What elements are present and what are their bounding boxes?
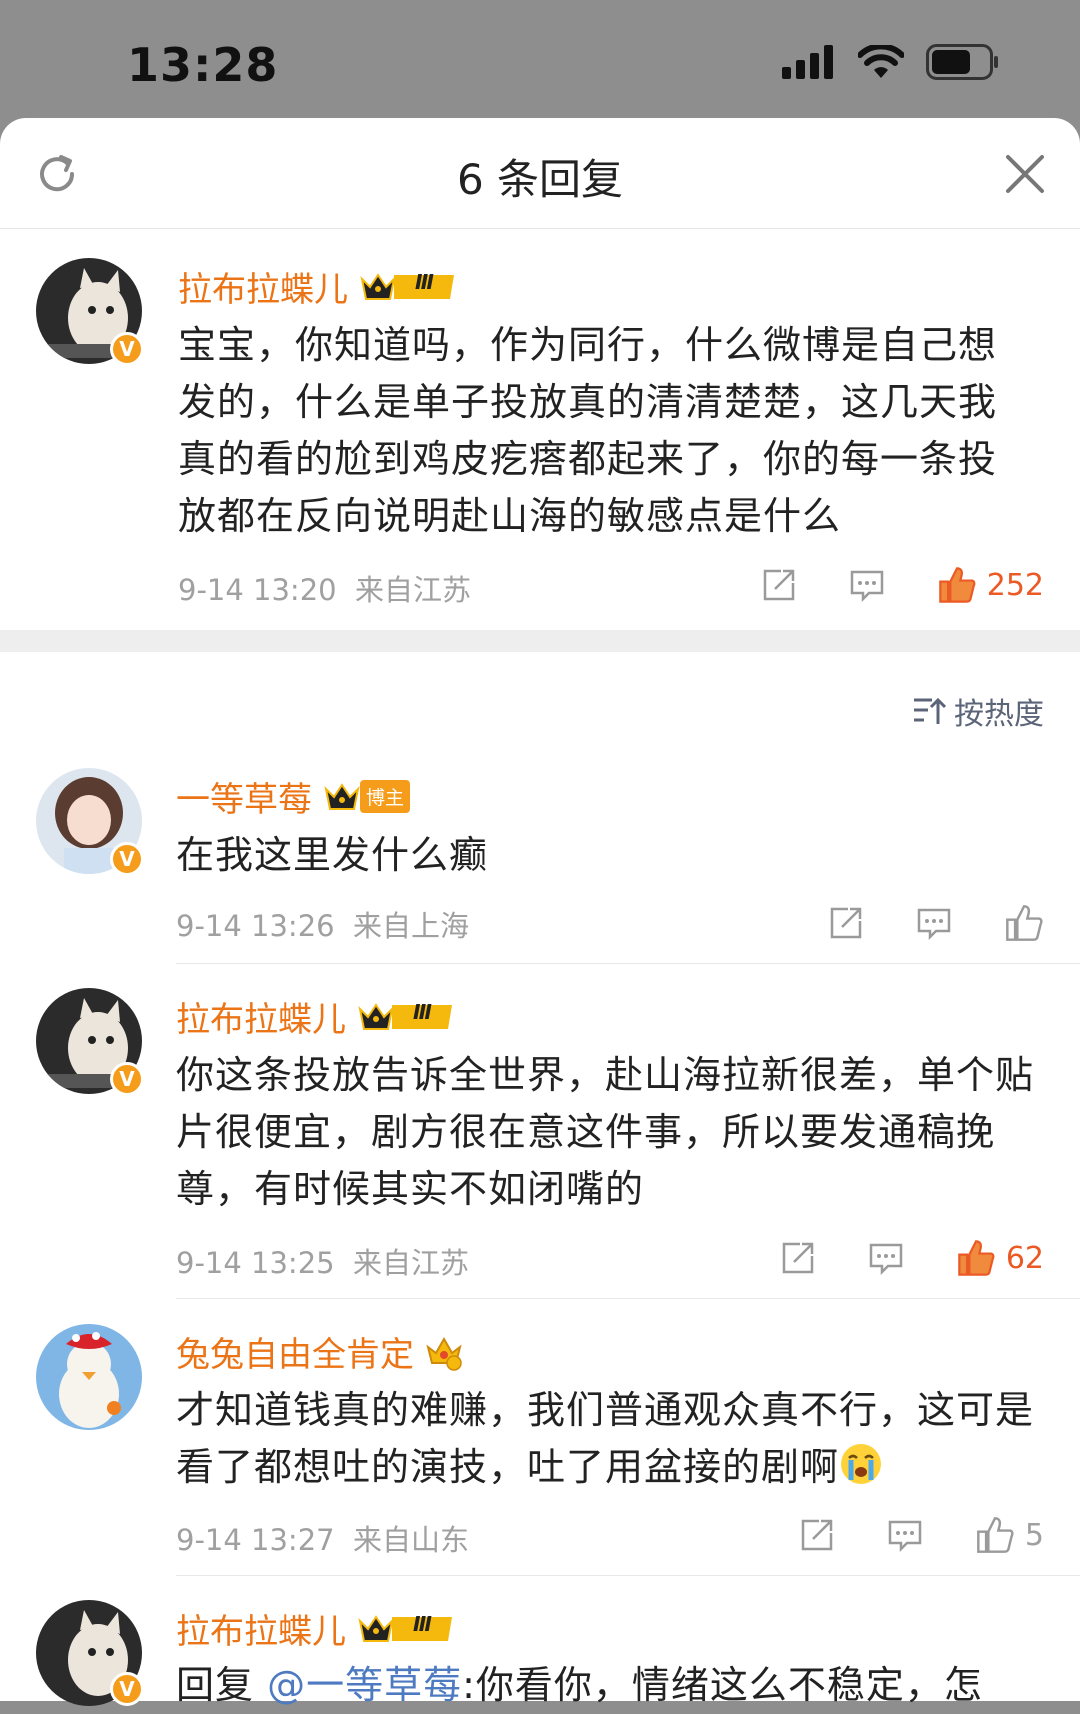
- divider: [176, 1575, 1080, 1576]
- verified-badge: V: [110, 332, 144, 366]
- status-icons: [782, 44, 1000, 80]
- crown-vip-icon: [426, 1336, 462, 1371]
- comment-icon[interactable]: [849, 567, 885, 603]
- user-name[interactable]: 一等草莓: [176, 772, 312, 821]
- comment-time: 9-14 13:27: [176, 1523, 335, 1557]
- comment-time: 9-14 13:25: [176, 1246, 335, 1280]
- comment-meta: 9-14 13:20 来自江苏: [178, 567, 471, 609]
- vip-level: Ⅲ: [413, 1612, 432, 1636]
- vip-level: Ⅲ: [415, 270, 434, 294]
- comment-location: 来自江苏: [355, 573, 472, 607]
- duck-avatar-image: [36, 1324, 142, 1430]
- signal-icon: [782, 45, 833, 79]
- comment-time: 9-14 13:20: [178, 573, 337, 607]
- like-count: 5: [1024, 1517, 1044, 1553]
- sort-label: 按热度: [954, 697, 1044, 732]
- battery-icon: [926, 44, 998, 80]
- comment-text: 在我这里发什么癫: [176, 833, 489, 877]
- like-icon[interactable]: [1004, 903, 1044, 943]
- crown-vip-icon: [360, 272, 454, 300]
- status-bar: 13:28: [0, 0, 1080, 120]
- avatar[interactable]: [36, 1324, 142, 1430]
- blogger-badge: 博主: [360, 780, 411, 813]
- sort-button[interactable]: 按热度: [912, 689, 1044, 733]
- comment-time: 9-14 13:26: [176, 909, 335, 943]
- share-icon[interactable]: [799, 1517, 835, 1553]
- divider: [176, 963, 1080, 964]
- comment-text: 才知道钱真的难赚，我们普通观众真不行，这可是看了都想吐的演技，吐了用盆接的剧啊: [176, 1382, 1036, 1496]
- crown-icon: [324, 782, 360, 810]
- sheet-title: 6 条回复: [456, 155, 624, 204]
- comment-text-content: 才知道钱真的难赚，我们普通观众真不行，这可是看了都想吐的演技，吐了用盆接的剧啊: [176, 1388, 1035, 1489]
- comment-icon[interactable]: [868, 1240, 904, 1276]
- close-icon[interactable]: [1004, 153, 1046, 195]
- comment-actions: 5: [747, 1515, 1044, 1555]
- comment-meta: 9-14 13:25 来自江苏: [176, 1240, 469, 1282]
- like-icon-active[interactable]: [937, 565, 977, 605]
- comment-location: 来自山东: [353, 1523, 470, 1557]
- comment-text: 宝宝，你知道吗，作为同行，什么微博是自己想发的，什么是单子投放真的清清楚楚，这几…: [178, 323, 998, 538]
- comment-meta: 9-14 13:26 来自上海: [176, 903, 469, 945]
- sheet-header: 6 条回复: [0, 118, 1080, 229]
- comment-location: 来自江苏: [353, 1246, 470, 1280]
- comment-actions: [776, 903, 1044, 943]
- share-icon[interactable]: [828, 905, 864, 941]
- mention-link[interactable]: @一等草莓: [267, 1663, 462, 1707]
- user-name[interactable]: 兔兔自由全肯定: [176, 1327, 414, 1376]
- name-row: 一等草莓 博主: [176, 772, 411, 821]
- reply-prefix: 回复: [176, 1663, 255, 1707]
- comment-text: 回复 @一等草莓:你看你，情绪这么不稳定，怎: [176, 1657, 1036, 1714]
- verified-badge: V: [110, 842, 144, 876]
- user-name[interactable]: 拉布拉蝶儿: [176, 992, 346, 1041]
- crying-emoji-icon: [841, 1444, 882, 1484]
- comment-text: 你这条投放告诉全世界，赴山海拉新很差，单个贴片很便宜，剧方很在意这件事，所以要发…: [176, 1053, 1035, 1211]
- verified-badge: V: [110, 1062, 144, 1096]
- comment-actions: 62: [728, 1238, 1044, 1278]
- section-divider: [0, 630, 1080, 652]
- share-icon[interactable]: [761, 567, 797, 603]
- like-icon[interactable]: [975, 1515, 1015, 1555]
- vip-level: Ⅲ: [413, 1000, 432, 1024]
- status-time: 13:28: [127, 38, 279, 92]
- user-name[interactable]: 拉布拉蝶儿: [176, 1604, 346, 1653]
- divider: [176, 1298, 1080, 1299]
- crown-vip-icon: [358, 1614, 452, 1642]
- like-icon-active[interactable]: [956, 1238, 996, 1278]
- comment-text-content: :你看你，情绪这么不稳定，怎: [462, 1663, 983, 1707]
- share-icon[interactable]: [780, 1240, 816, 1276]
- comment-icon[interactable]: [916, 905, 952, 941]
- user-name[interactable]: 拉布拉蝶儿: [178, 262, 348, 311]
- sort-icon: [914, 697, 946, 724]
- comment-location: 来自上海: [353, 909, 470, 943]
- crown-vip-icon: [358, 1002, 452, 1030]
- name-row: 兔兔自由全肯定: [176, 1327, 464, 1376]
- comment-actions: 252: [709, 565, 1044, 605]
- comment-icon[interactable]: [887, 1517, 923, 1553]
- like-count: 252: [986, 567, 1044, 603]
- comment-meta: 9-14 13:27 来自山东: [176, 1517, 469, 1559]
- wifi-icon: [858, 45, 904, 78]
- like-count: 62: [1005, 1240, 1044, 1276]
